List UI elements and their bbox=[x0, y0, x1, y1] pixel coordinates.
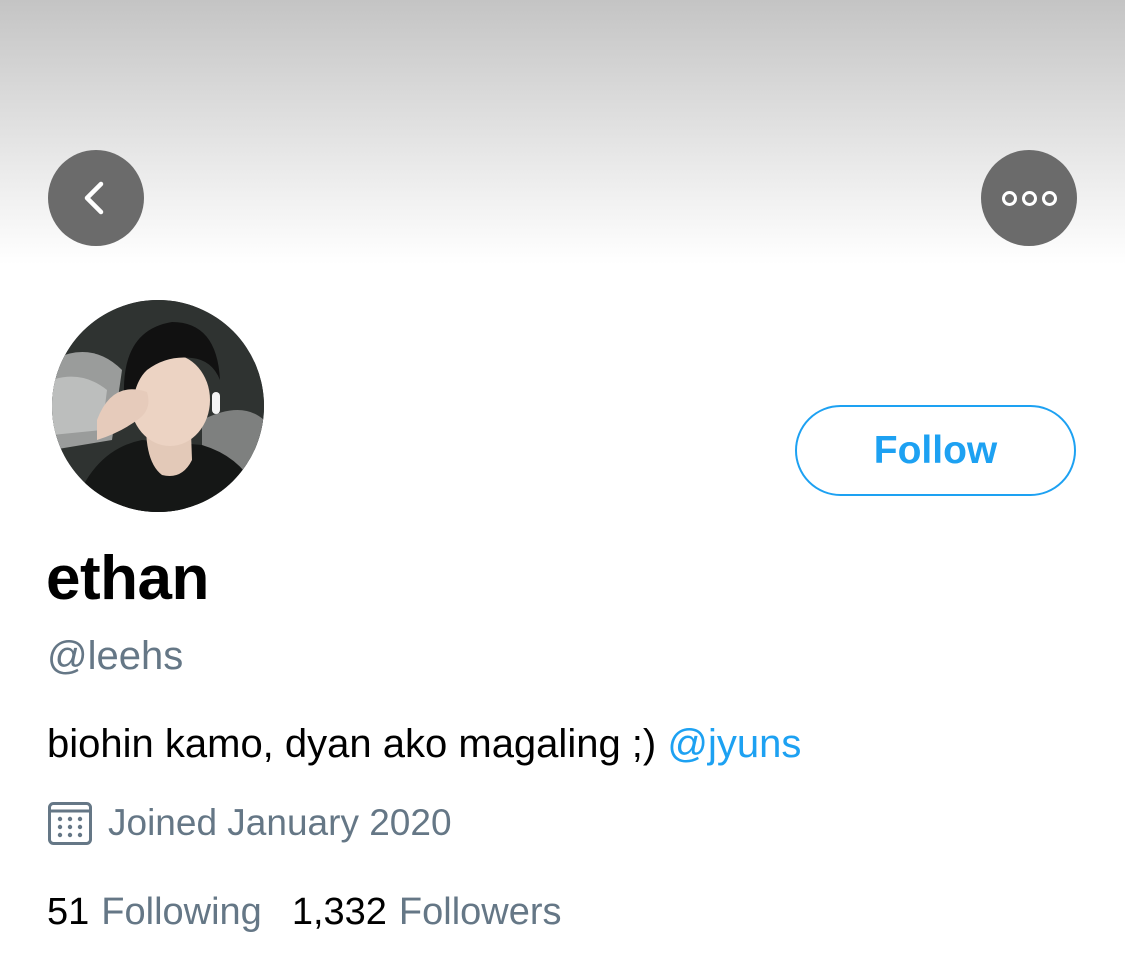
joined-date: Joined January 2020 bbox=[47, 800, 452, 846]
followers-stat[interactable]: 1,332 Followers bbox=[292, 890, 562, 936]
followers-count: 1,332 bbox=[291, 891, 387, 933]
follow-button-label: Follow bbox=[873, 428, 998, 472]
followers-label: Followers bbox=[398, 891, 562, 933]
profile-banner bbox=[0, 0, 1125, 265]
more-options-button[interactable] bbox=[981, 150, 1077, 246]
follow-stats: 51 Following 1,332 Followers bbox=[47, 890, 562, 936]
bio-text: biohin kamo, dyan ako magaling ;) bbox=[47, 722, 668, 766]
back-button[interactable] bbox=[48, 150, 144, 246]
following-stat[interactable]: 51 Following bbox=[47, 890, 262, 936]
avatar-photo bbox=[52, 300, 264, 512]
bio-mention-link[interactable]: @jyuns bbox=[667, 722, 801, 766]
profile-display-name: ethan bbox=[46, 544, 209, 613]
chevron-left-icon bbox=[84, 181, 104, 215]
follow-button[interactable]: Follow bbox=[795, 405, 1076, 496]
joined-date-text: Joined January 2020 bbox=[108, 801, 452, 843]
profile-bio: biohin kamo, dyan ako magaling ;) @jyuns bbox=[47, 720, 801, 768]
following-label: Following bbox=[101, 891, 262, 933]
following-count: 51 bbox=[47, 891, 90, 933]
profile-handle: @leehs bbox=[47, 634, 184, 678]
avatar[interactable] bbox=[52, 300, 264, 512]
more-horizontal-icon bbox=[1001, 190, 1057, 206]
calendar-icon bbox=[48, 802, 92, 845]
